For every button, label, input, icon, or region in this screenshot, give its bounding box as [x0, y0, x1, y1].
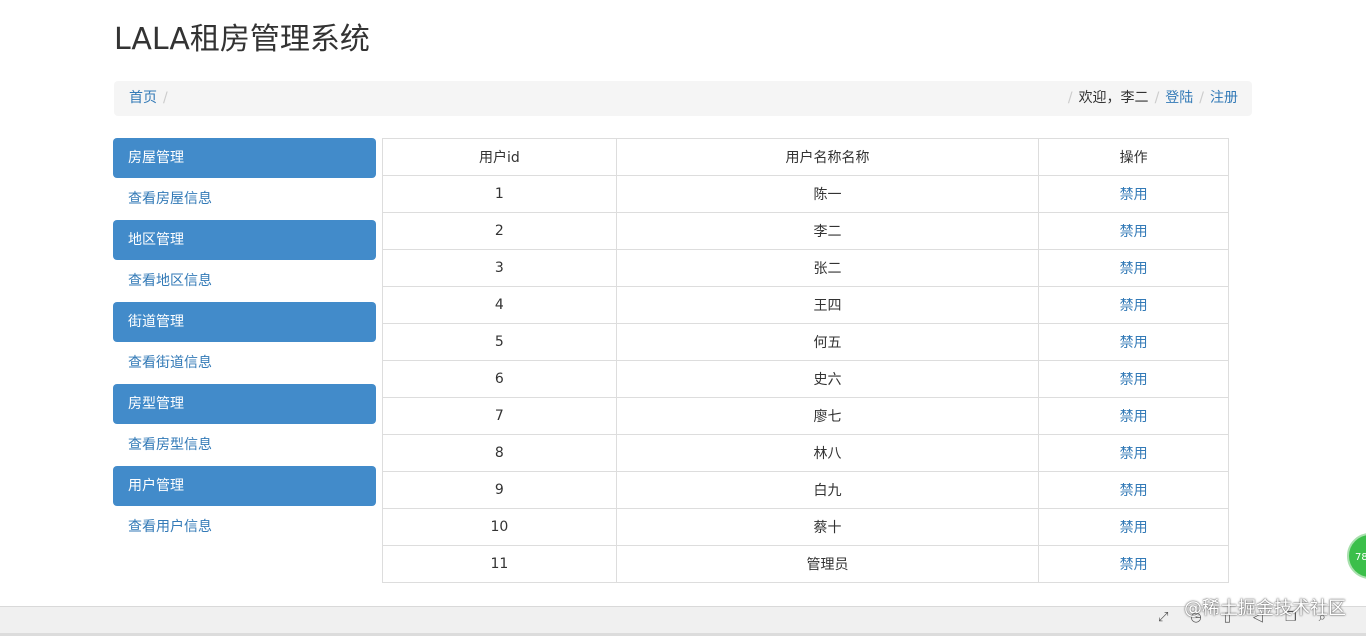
disable-link[interactable]: 禁用 [1038, 249, 1229, 287]
breadcrumb-separator: / [163, 90, 168, 106]
table-row: 7 廖七 禁用 [382, 397, 1229, 435]
sidebar-group-house[interactable]: 房屋管理 [113, 138, 376, 178]
table-row: 5 何五 禁用 [382, 323, 1229, 361]
header-action: 操作 [1038, 138, 1229, 176]
disable-link[interactable]: 禁用 [1038, 397, 1229, 435]
users-table: 用户id 用户名称名称 操作 1 陈一 禁用 2 李二 禁用 3 张二 禁用 4… [382, 138, 1229, 583]
sidebar-group-user[interactable]: 用户管理 [113, 466, 376, 506]
cell-user-id: 1 [382, 175, 617, 213]
cell-user-name: 管理员 [615, 545, 1040, 583]
cell-user-name: 廖七 [615, 397, 1040, 435]
table-row: 4 王四 禁用 [382, 286, 1229, 324]
cell-user-name: 史六 [615, 360, 1040, 398]
disable-link[interactable]: 禁用 [1038, 323, 1229, 361]
cell-user-name: 张二 [615, 249, 1040, 287]
table-header-row: 用户id 用户名称名称 操作 [382, 138, 1229, 176]
register-link[interactable]: 注册 [1210, 90, 1238, 106]
sidebar: 房屋管理 查看房屋信息 地区管理 查看地区信息 街道管理 查看街道信息 房型管理… [113, 138, 376, 548]
sidebar-link-area-info[interactable]: 查看地区信息 [113, 260, 376, 302]
table-row: 11 管理员 禁用 [382, 545, 1229, 583]
sidebar-group-street[interactable]: 街道管理 [113, 302, 376, 342]
table-row: 8 林八 禁用 [382, 434, 1229, 472]
cell-user-name: 李二 [615, 212, 1040, 250]
cell-user-name: 何五 [615, 323, 1040, 361]
disable-link[interactable]: 禁用 [1038, 545, 1229, 583]
cell-user-id: 5 [382, 323, 617, 361]
disable-link[interactable]: 禁用 [1038, 212, 1229, 250]
table-row: 2 李二 禁用 [382, 212, 1229, 250]
cell-user-id: 2 [382, 212, 617, 250]
disable-link[interactable]: 禁用 [1038, 175, 1229, 213]
cell-user-id: 4 [382, 286, 617, 324]
disable-link[interactable]: 禁用 [1038, 360, 1229, 398]
cell-user-id: 9 [382, 471, 617, 509]
watermark: @稀土掘金技术社区 [1184, 598, 1346, 619]
sidebar-group-housetype[interactable]: 房型管理 [113, 384, 376, 424]
table-row: 9 白九 禁用 [382, 471, 1229, 509]
cell-user-id: 11 [382, 545, 617, 583]
breadcrumb-separator: / [1067, 90, 1073, 106]
sidebar-link-housetype-info[interactable]: 查看房型信息 [113, 424, 376, 466]
table-row: 10 蔡十 禁用 [382, 508, 1229, 546]
table-row: 6 史六 禁用 [382, 360, 1229, 398]
disable-link[interactable]: 禁用 [1038, 434, 1229, 472]
cell-user-name: 陈一 [615, 175, 1040, 213]
table-row: 1 陈一 禁用 [382, 175, 1229, 213]
cell-user-id: 6 [382, 360, 617, 398]
sidebar-link-user-info[interactable]: 查看用户信息 [113, 506, 376, 548]
breadcrumb-home-link[interactable]: 首页 [129, 90, 157, 106]
floating-badge[interactable]: 78 [1347, 533, 1366, 579]
cell-user-id: 8 [382, 434, 617, 472]
table-row: 3 张二 禁用 [382, 249, 1229, 287]
breadcrumb-separator: / [1199, 90, 1204, 106]
sidebar-link-street-info[interactable]: 查看街道信息 [113, 342, 376, 384]
sidebar-link-house-info[interactable]: 查看房屋信息 [113, 178, 376, 220]
welcome-text: 欢迎，李二 [1078, 90, 1149, 106]
breadcrumb-separator: / [1154, 90, 1160, 106]
cell-user-id: 3 [382, 249, 617, 287]
cell-user-name: 林八 [615, 434, 1040, 472]
disable-link[interactable]: 禁用 [1038, 471, 1229, 509]
page-title: LALA租房管理系统 [114, 22, 370, 57]
cell-user-id: 10 [382, 508, 617, 546]
header-user-name: 用户名称名称 [615, 138, 1040, 176]
breadcrumb: 首页 / / 欢迎，李二 / 登陆 / 注册 [114, 81, 1252, 116]
cell-user-name: 白九 [615, 471, 1040, 509]
cell-user-name: 蔡十 [615, 508, 1040, 546]
sidebar-group-area[interactable]: 地区管理 [113, 220, 376, 260]
cell-user-name: 王四 [615, 286, 1040, 324]
cell-user-id: 7 [382, 397, 617, 435]
disable-link[interactable]: 禁用 [1038, 286, 1229, 324]
header-user-id: 用户id [382, 138, 617, 176]
login-link[interactable]: 登陆 [1165, 90, 1193, 106]
disable-link[interactable]: 禁用 [1038, 508, 1229, 546]
